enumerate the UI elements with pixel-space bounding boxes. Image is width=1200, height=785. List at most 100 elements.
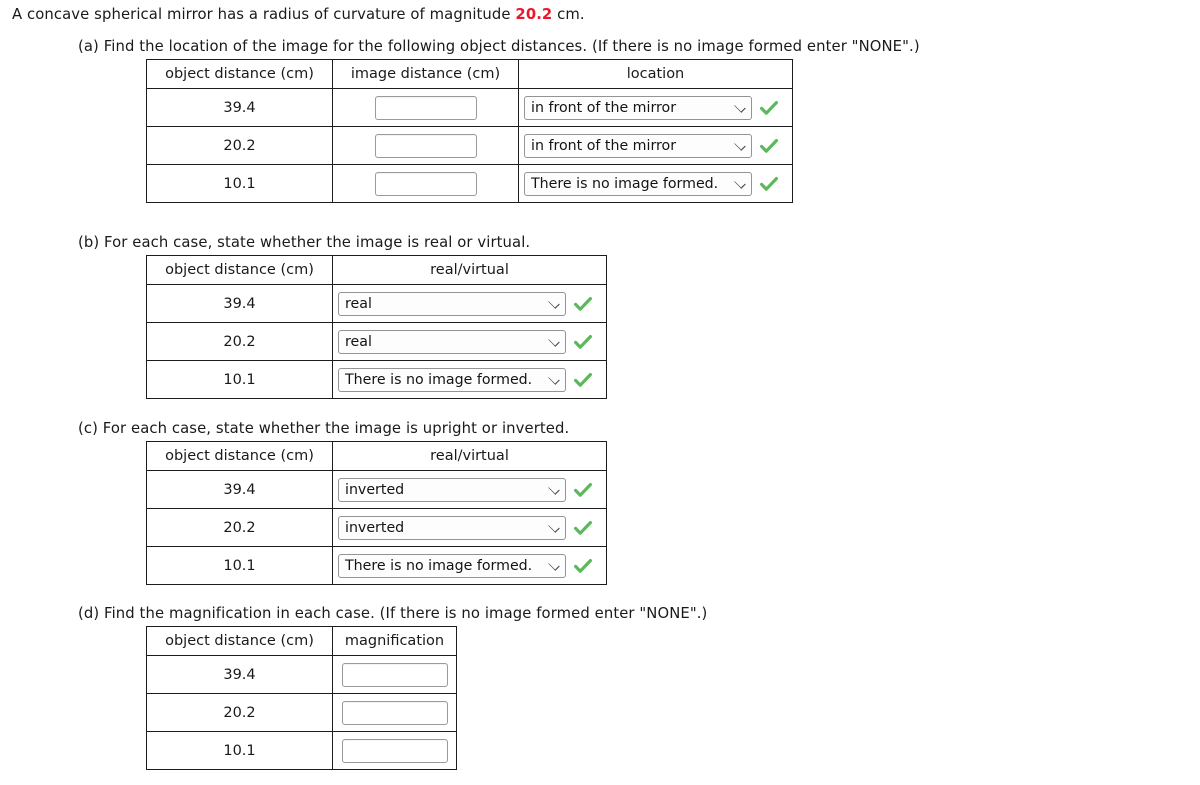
problem-statement-suffix: cm. — [552, 6, 585, 23]
image-distance-input[interactable] — [374, 171, 477, 196]
column-header-location: location — [518, 59, 793, 89]
table-row: 10.1 There is no image formed. — [146, 164, 793, 203]
image-distance-input[interactable] — [374, 133, 477, 158]
correct-check-icon — [759, 174, 779, 194]
correct-check-icon — [573, 370, 593, 390]
real-virtual-cell: real — [332, 322, 607, 361]
part-c-prompt: (c) For each case, state whether the ima… — [78, 420, 570, 437]
upright-inverted-select[interactable]: inverted — [338, 477, 566, 502]
real-virtual-select[interactable]: real — [338, 291, 566, 316]
location-select-value: There is no image formed. — [531, 175, 719, 192]
image-distance-input[interactable] — [374, 95, 477, 120]
image-distance-cell — [332, 88, 519, 127]
real-virtual-cell: real — [332, 284, 607, 323]
table-row: 20.2 inverted — [146, 508, 607, 547]
correct-check-icon — [573, 556, 593, 576]
part-a-section: (a) Find the location of the image for t… — [78, 38, 920, 203]
part-d-section: (d) Find the magnification in each case.… — [78, 605, 707, 770]
magnification-cell — [332, 731, 457, 770]
table-row: 39.4 in front of the mirror — [146, 88, 793, 127]
real-virtual-select[interactable]: real — [338, 329, 566, 354]
chevron-down-icon — [734, 138, 746, 151]
radius-of-curvature-value: 20.2 — [515, 6, 553, 23]
correct-check-icon — [573, 332, 593, 352]
column-header-real-virtual: real/virtual — [332, 441, 607, 471]
chevron-down-icon — [734, 100, 746, 113]
part-a-prompt: (a) Find the location of the image for t… — [78, 38, 920, 55]
table-row: 20.2 in front of the mirror — [146, 126, 793, 165]
table-row: 39.4 real — [146, 284, 607, 323]
table-row: 10.1 There is no image formed. — [146, 546, 607, 585]
object-distance-value: 39.4 — [146, 284, 333, 323]
chevron-down-icon — [548, 334, 560, 347]
object-distance-value: 10.1 — [146, 546, 333, 585]
object-distance-value: 39.4 — [146, 470, 333, 509]
table-row: 39.4 — [146, 655, 457, 694]
problem-statement: A concave spherical mirror has a radius … — [12, 6, 585, 23]
table-row: 20.2 — [146, 693, 457, 732]
problem-statement-prefix: A concave spherical mirror has a radius … — [12, 6, 516, 23]
location-cell: in front of the mirror — [518, 88, 793, 127]
chevron-down-icon — [734, 176, 746, 189]
table-row: 20.2 real — [146, 322, 607, 361]
real-virtual-select-value: real — [345, 295, 372, 312]
chevron-down-icon — [548, 520, 560, 533]
correct-check-icon — [573, 480, 593, 500]
object-distance-value: 39.4 — [146, 655, 333, 694]
upright-inverted-cell: inverted — [332, 508, 607, 547]
table-row: 39.4 inverted — [146, 470, 607, 509]
upright-inverted-cell: There is no image formed. — [332, 546, 607, 585]
object-distance-value: 10.1 — [146, 360, 333, 399]
part-d-table: object distance (cm) magnification 39.4 … — [146, 626, 457, 770]
real-virtual-cell: There is no image formed. — [332, 360, 607, 399]
part-b-section: (b) For each case, state whether the ima… — [78, 234, 607, 399]
real-virtual-select-value: There is no image formed. — [345, 371, 533, 388]
correct-check-icon — [759, 98, 779, 118]
location-select[interactable]: There is no image formed. — [524, 171, 752, 196]
object-distance-value: 10.1 — [146, 164, 333, 203]
upright-inverted-select-value: There is no image formed. — [345, 557, 533, 574]
object-distance-value: 20.2 — [146, 322, 333, 361]
column-header-image-distance: image distance (cm) — [332, 59, 519, 89]
upright-inverted-select[interactable]: There is no image formed. — [338, 553, 566, 578]
location-cell: in front of the mirror — [518, 126, 793, 165]
column-header-magnification: magnification — [332, 626, 457, 656]
part-b-table: object distance (cm) real/virtual 39.4 r… — [146, 255, 607, 399]
chevron-down-icon — [548, 482, 560, 495]
object-distance-value: 10.1 — [146, 731, 333, 770]
column-header-object-distance: object distance (cm) — [146, 59, 333, 89]
chevron-down-icon — [548, 558, 560, 571]
magnification-input[interactable] — [341, 662, 448, 687]
part-d-prompt: (d) Find the magnification in each case.… — [78, 605, 708, 622]
part-a-table: object distance (cm) image distance (cm)… — [146, 59, 793, 203]
correct-check-icon — [573, 518, 593, 538]
object-distance-value: 20.2 — [146, 693, 333, 732]
correct-check-icon — [759, 136, 779, 156]
part-c-section: (c) For each case, state whether the ima… — [78, 420, 607, 585]
part-c-table: object distance (cm) real/virtual 39.4 i… — [146, 441, 607, 585]
table-row: 10.1 There is no image formed. — [146, 360, 607, 399]
location-select-value: in front of the mirror — [531, 137, 677, 154]
magnification-input[interactable] — [341, 700, 448, 725]
table-header-row: object distance (cm) magnification — [146, 626, 457, 656]
real-virtual-select[interactable]: There is no image formed. — [338, 367, 566, 392]
location-select-value: in front of the mirror — [531, 99, 677, 116]
location-select[interactable]: in front of the mirror — [524, 95, 752, 120]
table-header-row: object distance (cm) image distance (cm)… — [146, 59, 793, 89]
upright-inverted-select[interactable]: inverted — [338, 515, 566, 540]
magnification-input[interactable] — [341, 738, 448, 763]
column-header-object-distance: object distance (cm) — [146, 626, 333, 656]
problem-page: A concave spherical mirror has a radius … — [0, 0, 1200, 785]
correct-check-icon — [573, 294, 593, 314]
part-b-prompt: (b) For each case, state whether the ima… — [78, 234, 531, 251]
table-row: 10.1 — [146, 731, 457, 770]
chevron-down-icon — [548, 372, 560, 385]
object-distance-value: 20.2 — [146, 508, 333, 547]
table-header-row: object distance (cm) real/virtual — [146, 255, 607, 285]
chevron-down-icon — [548, 296, 560, 309]
object-distance-value: 39.4 — [146, 88, 333, 127]
magnification-cell — [332, 655, 457, 694]
location-select[interactable]: in front of the mirror — [524, 133, 752, 158]
upright-inverted-select-value: inverted — [345, 481, 405, 498]
column-header-object-distance: object distance (cm) — [146, 255, 333, 285]
